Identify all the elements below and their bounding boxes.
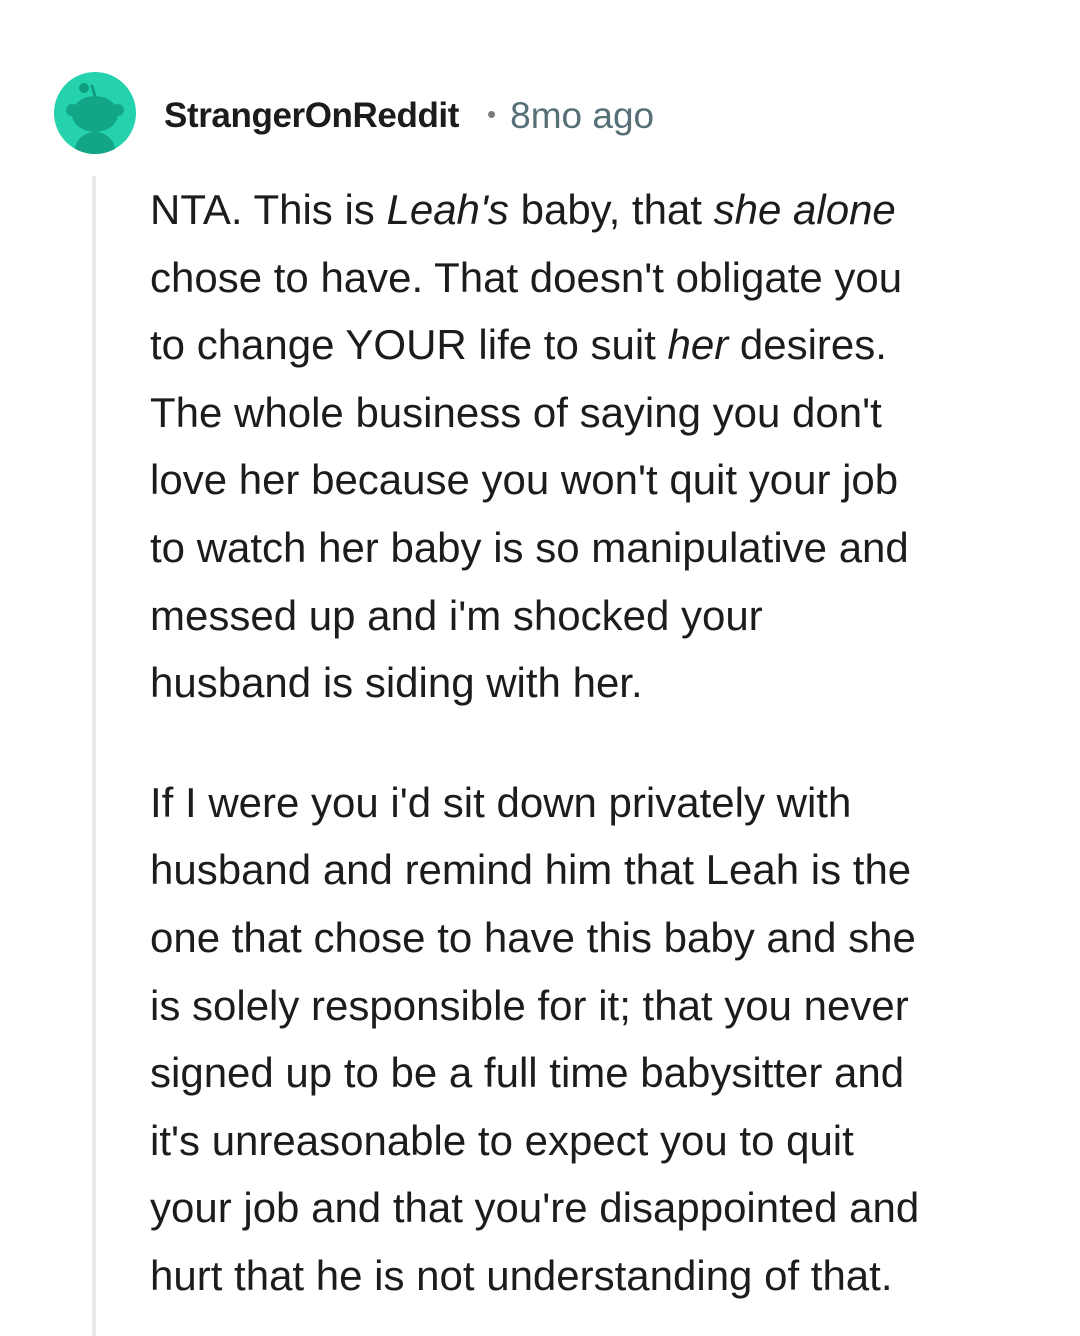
paragraph: NTA. This is Leah's baby, that she alone… [150, 176, 1050, 717]
text-line: is solely responsible for it; that you n… [150, 981, 909, 1029]
text-line: NTA. This is Leah's baby, that she alone [150, 176, 1050, 244]
thread-line[interactable] [92, 176, 96, 1336]
separator-dot: • [487, 98, 497, 129]
text-line: husband and remind him that Leah is the [150, 846, 912, 894]
text-line: messed up and i'm shocked your [150, 591, 763, 639]
text-line: your job and that you're disappointed an… [150, 1184, 920, 1232]
text-run: NTA. This is [150, 186, 387, 233]
text-line: one that chose to have this baby and she [150, 913, 916, 961]
italic-text: Leah's [386, 186, 509, 233]
text-line: hurt that he is not understanding of tha… [150, 1251, 893, 1299]
avatar[interactable] [54, 72, 136, 154]
text-line: The whole business of saying you don't [150, 388, 882, 436]
comment-header: StrangerOnReddit • 8mo ago [164, 86, 654, 146]
text-line: signed up to be a full time babysitter a… [150, 1049, 905, 1097]
text-line: to watch her baby is so manipulative and [150, 523, 909, 571]
username[interactable]: StrangerOnReddit [164, 96, 459, 136]
text-line: husband is siding with her. [150, 659, 643, 707]
timestamp: 8mo ago [510, 95, 655, 136]
text-line: it's unreasonable to expect you to quit [150, 1116, 854, 1164]
text-line: chose to have. That doesn't obligate you [150, 253, 903, 301]
text-run: baby, that [508, 186, 714, 233]
text-run: desires. [728, 321, 887, 369]
comment-body: NTA. This is Leah's baby, that she alone… [150, 176, 1050, 1310]
paragraph: If I were you i'd sit down privately wit… [150, 769, 1050, 1310]
text-line: to change YOUR life to suit her desires. [150, 311, 1050, 379]
italic-text: she alone [713, 186, 896, 233]
text-run: to change YOUR life to suit [150, 321, 668, 369]
reddit-snoo-icon [66, 83, 124, 154]
italic-text: her [667, 321, 729, 369]
text-line: love her because you won't quit your job [150, 456, 899, 504]
comment: StrangerOnReddit • 8mo ago NTA. This is … [0, 0, 1080, 1336]
text-line: If I were you i'd sit down privately wit… [150, 778, 852, 826]
